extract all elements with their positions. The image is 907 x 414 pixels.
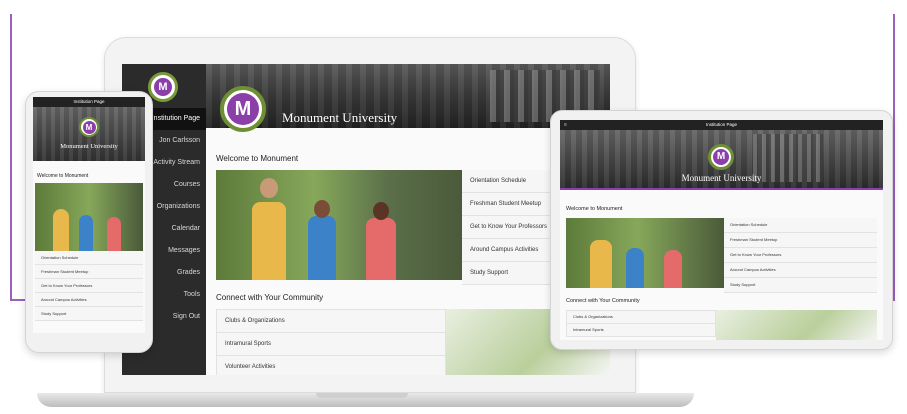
student-head [314, 200, 330, 218]
community-photo [716, 310, 877, 340]
link-know-professors[interactable]: Get to Know Your Professors [35, 279, 143, 293]
student-head [260, 178, 278, 198]
phone-topbar: Institution Page [33, 97, 145, 107]
connect-heading: Connect with Your Community [216, 293, 324, 302]
student-figure [664, 250, 682, 288]
welcome-heading: Welcome to Monument [37, 173, 89, 179]
university-emblem: M [220, 86, 266, 132]
banner-title: Monument University [282, 110, 398, 125]
tablet-screen: ≡ Institution Page M Monument University… [560, 120, 883, 340]
hero-photo [35, 183, 143, 251]
quick-links: Orientation Schedule Freshman Student Me… [724, 218, 877, 293]
community-intramural[interactable]: Intramural Sports [216, 333, 446, 356]
laptop-screen: M Institution Page Jon Carlsson Activity… [122, 64, 610, 375]
student-figure [79, 215, 93, 251]
link-orientation-schedule[interactable]: Orientation Schedule [35, 251, 143, 265]
tablet-banner: M Monument University [560, 130, 883, 190]
welcome-heading: Welcome to Monument [566, 206, 623, 212]
link-orientation-schedule[interactable]: Orientation Schedule [724, 218, 877, 233]
community-clubs[interactable]: Clubs & Organizations [216, 309, 446, 333]
link-freshman-meetup[interactable]: Freshman Student Meetup [35, 265, 143, 279]
community-clubs[interactable]: Clubs & Organizations [566, 310, 716, 324]
link-study-support[interactable]: Study Support [724, 278, 877, 293]
student-figure [366, 218, 396, 280]
phone-screen: Institution Page M Monument University W… [33, 97, 145, 333]
student-figure [107, 217, 121, 251]
student-figure [626, 248, 644, 288]
sidebar-logo[interactable]: M [148, 72, 178, 102]
link-know-professors[interactable]: Get to Know Your Professors [724, 248, 877, 263]
student-figure [308, 216, 336, 280]
university-emblem: M [79, 117, 99, 137]
banner-title: Monument University [681, 173, 762, 183]
tablet-topbar: ≡ Institution Page [560, 120, 883, 130]
phone-banner: M Monument University [33, 107, 145, 161]
student-figure [252, 202, 286, 280]
topbar-title: Institution Page [705, 122, 738, 127]
community-list: Clubs & Organizations Intramural Sports … [216, 309, 446, 375]
student-head [373, 202, 389, 220]
link-campus-activities[interactable]: Around Campus Activities [35, 293, 143, 307]
laptop-notch [316, 393, 408, 398]
community-volunteer[interactable]: Volunteer Activities [216, 356, 446, 375]
hero-photo [566, 218, 724, 288]
link-campus-activities[interactable]: Around Campus Activities [724, 263, 877, 278]
community-intramural[interactable]: Intramural Sports [566, 324, 716, 337]
student-figure [590, 240, 612, 288]
community-list: Clubs & Organizations Intramural Sports [566, 310, 716, 337]
link-freshman-meetup[interactable]: Freshman Student Meetup [724, 233, 877, 248]
menu-icon[interactable]: ≡ [564, 120, 567, 130]
university-emblem: M [708, 144, 734, 170]
banner-title: Monument University [60, 143, 118, 150]
hero-photo [216, 170, 462, 280]
link-study-support[interactable]: Study Support [35, 307, 143, 321]
student-figure [53, 209, 69, 251]
connect-heading: Connect with Your Community [566, 298, 640, 304]
welcome-heading: Welcome to Monument [216, 154, 299, 163]
